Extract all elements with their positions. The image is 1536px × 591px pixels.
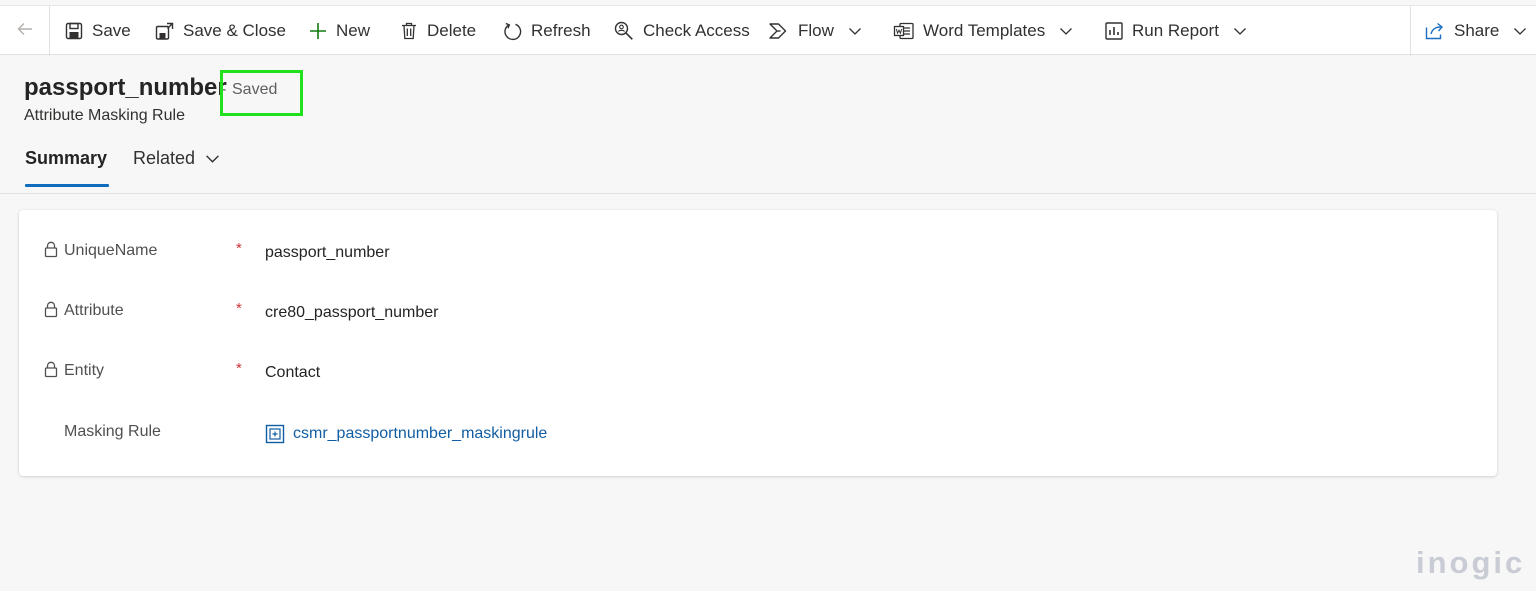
share-icon [1424,21,1446,41]
chevron-down-icon [848,24,862,38]
field-row-attribute: Attribute * cre80_passport_number [19,291,1497,331]
chevron-down-icon [1233,24,1247,38]
chevron-down-icon [205,151,220,166]
field-value-entity[interactable]: Contact [265,364,320,382]
run-report-menu-button[interactable]: Run Report [1104,6,1247,56]
refresh-button[interactable]: Refresh [502,6,591,56]
back-arrow-icon [15,19,35,44]
required-indicator: * [236,300,242,317]
flow-menu-button[interactable]: Flow [768,6,862,56]
save-close-button[interactable]: Save & Close [154,6,286,56]
masking-rule-lookup-link[interactable]: csmr_passportnumber_maskingrule [265,424,547,444]
field-value-attribute[interactable]: cre80_passport_number [265,304,438,322]
refresh-label: Refresh [531,21,591,40]
highlight-annotation-box [220,70,303,116]
lock-icon [44,241,58,263]
new-button[interactable]: New [308,6,370,56]
record-title: passport_number [24,74,227,101]
plus-icon [308,21,328,41]
trash-icon [399,21,419,41]
record-entity-type: Attribute Masking Rule [24,107,185,124]
run-report-label: Run Report [1132,21,1219,40]
save-close-icon [154,21,175,42]
refresh-icon [502,21,523,42]
check-access-label: Check Access [643,21,750,40]
required-indicator: * [236,360,242,377]
save-close-label: Save & Close [183,21,286,40]
flow-label: Flow [798,21,834,40]
toolbar-divider [1410,6,1411,56]
word-templates-label: Word Templates [923,21,1046,40]
chevron-down-icon [1513,24,1527,38]
new-label: New [336,21,371,40]
header-divider [0,193,1536,194]
lock-icon [44,361,58,383]
tab-related[interactable]: Related [133,148,220,169]
field-label-uniquename: UniqueName [64,242,158,259]
back-button[interactable] [0,6,50,56]
field-label-entity: Entity [64,362,105,379]
word-templates-menu-button[interactable]: Word Templates [893,6,1073,56]
field-row-masking-rule: Masking Rule csmr_passportnumber_masking… [19,412,1497,452]
command-bar: Save Save & Close New Delete Refresh Che… [0,5,1536,56]
tab-summary-label: Summary [25,148,108,168]
check-access-button[interactable]: Check Access [613,6,750,56]
field-value-uniquename[interactable]: passport_number [265,244,390,262]
delete-label: Delete [427,21,477,40]
field-label-masking-rule: Masking Rule [64,423,161,440]
search-person-icon [613,20,635,42]
save-label: Save [92,21,131,40]
flow-icon [768,21,790,41]
delete-button[interactable]: Delete [399,6,476,56]
field-row-entity: Entity * Contact [19,351,1497,391]
active-tab-indicator [25,184,109,187]
tab-summary[interactable]: Summary [25,148,107,169]
save-icon [64,21,84,41]
report-icon [1104,21,1124,41]
form-section-card: UniqueName * passport_number Attribute *… [19,210,1497,476]
save-button[interactable]: Save [64,6,131,56]
tab-related-label: Related [133,148,196,168]
brand-watermark-logo: inogic [1416,545,1526,580]
required-indicator: * [236,240,242,257]
entity-record-icon [265,424,285,444]
word-document-icon [893,21,915,41]
field-row-uniquename: UniqueName * passport_number [19,231,1497,271]
field-value-masking-rule: csmr_passportnumber_maskingrule [293,425,548,442]
field-label-attribute: Attribute [64,302,124,319]
chevron-down-icon [1059,24,1073,38]
share-menu-button[interactable]: Share [1424,6,1527,56]
lock-icon [44,301,58,323]
share-label: Share [1454,21,1500,40]
